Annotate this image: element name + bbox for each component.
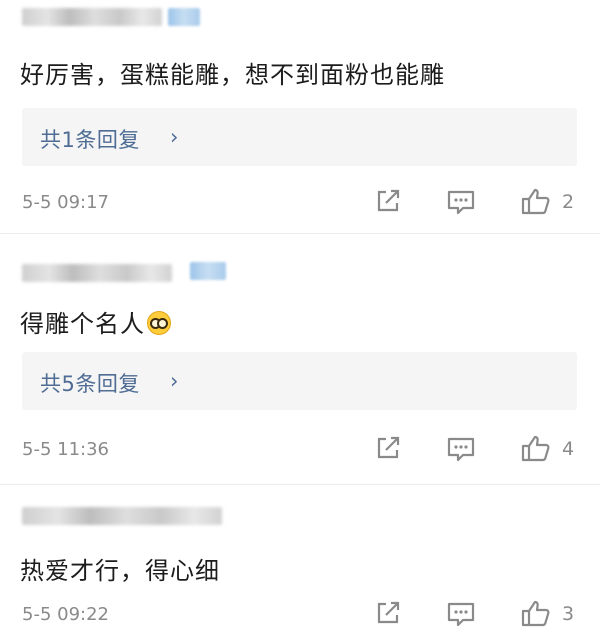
like-count: 4: [562, 438, 575, 460]
user-badge-blurred: [168, 8, 200, 26]
comment-icon: [447, 602, 475, 627]
thumbs-up-icon: [521, 435, 550, 462]
like-count: 2: [562, 191, 575, 213]
sunglasses-emoji-icon: [147, 311, 171, 335]
share-button[interactable]: [374, 187, 402, 219]
share-button[interactable]: [374, 599, 402, 631]
comment-1: 好厉害，蛋糕能雕，想不到面粉也能雕 共1条回复 › 5-5 09:17 2: [0, 0, 600, 232]
replies-count-label: 共1条回复: [40, 128, 140, 152]
view-replies-button[interactable]: 共1条回复 ›: [22, 108, 577, 166]
share-icon: [377, 189, 400, 212]
comment-time: 5-5 11:36: [22, 439, 109, 460]
share-button[interactable]: [374, 434, 402, 466]
share-icon: [377, 436, 400, 459]
comment-text: 好厉害，蛋糕能雕，想不到面粉也能雕: [20, 61, 445, 89]
comment-text: 热爱才行，得心细: [20, 557, 220, 585]
username-blurred[interactable]: [22, 8, 162, 26]
share-icon: [377, 601, 400, 624]
view-replies-button[interactable]: 共5条回复 ›: [22, 352, 577, 410]
reply-button[interactable]: [446, 188, 476, 220]
comment-time: 5-5 09:22: [22, 604, 109, 625]
username-blurred[interactable]: [22, 507, 222, 525]
comment-2: 得雕个名人 共5条回复 › 5-5 11:36 4: [0, 234, 600, 484]
chevron-right-icon: ›: [170, 369, 179, 393]
like-count: 3: [562, 603, 575, 625]
comment-icon: [447, 190, 475, 215]
comment-3: 热爱才行，得心细 5-5 09:22 3: [0, 485, 600, 641]
like-button[interactable]: [520, 186, 552, 220]
like-button[interactable]: [520, 598, 552, 632]
chevron-right-icon: ›: [170, 125, 179, 149]
user-badge-blurred: [190, 262, 226, 280]
comment-text-content: 得雕个名人: [20, 310, 145, 338]
replies-count-label: 共5条回复: [40, 372, 140, 396]
comment-icon: [447, 437, 475, 462]
reply-button[interactable]: [446, 600, 476, 632]
comment-time: 5-5 09:17: [22, 192, 109, 213]
like-button[interactable]: [520, 433, 552, 467]
comment-text: 得雕个名人: [20, 304, 171, 339]
thumbs-up-icon: [521, 600, 550, 627]
thumbs-up-icon: [521, 188, 550, 215]
reply-button[interactable]: [446, 435, 476, 467]
username-blurred[interactable]: [22, 264, 172, 282]
